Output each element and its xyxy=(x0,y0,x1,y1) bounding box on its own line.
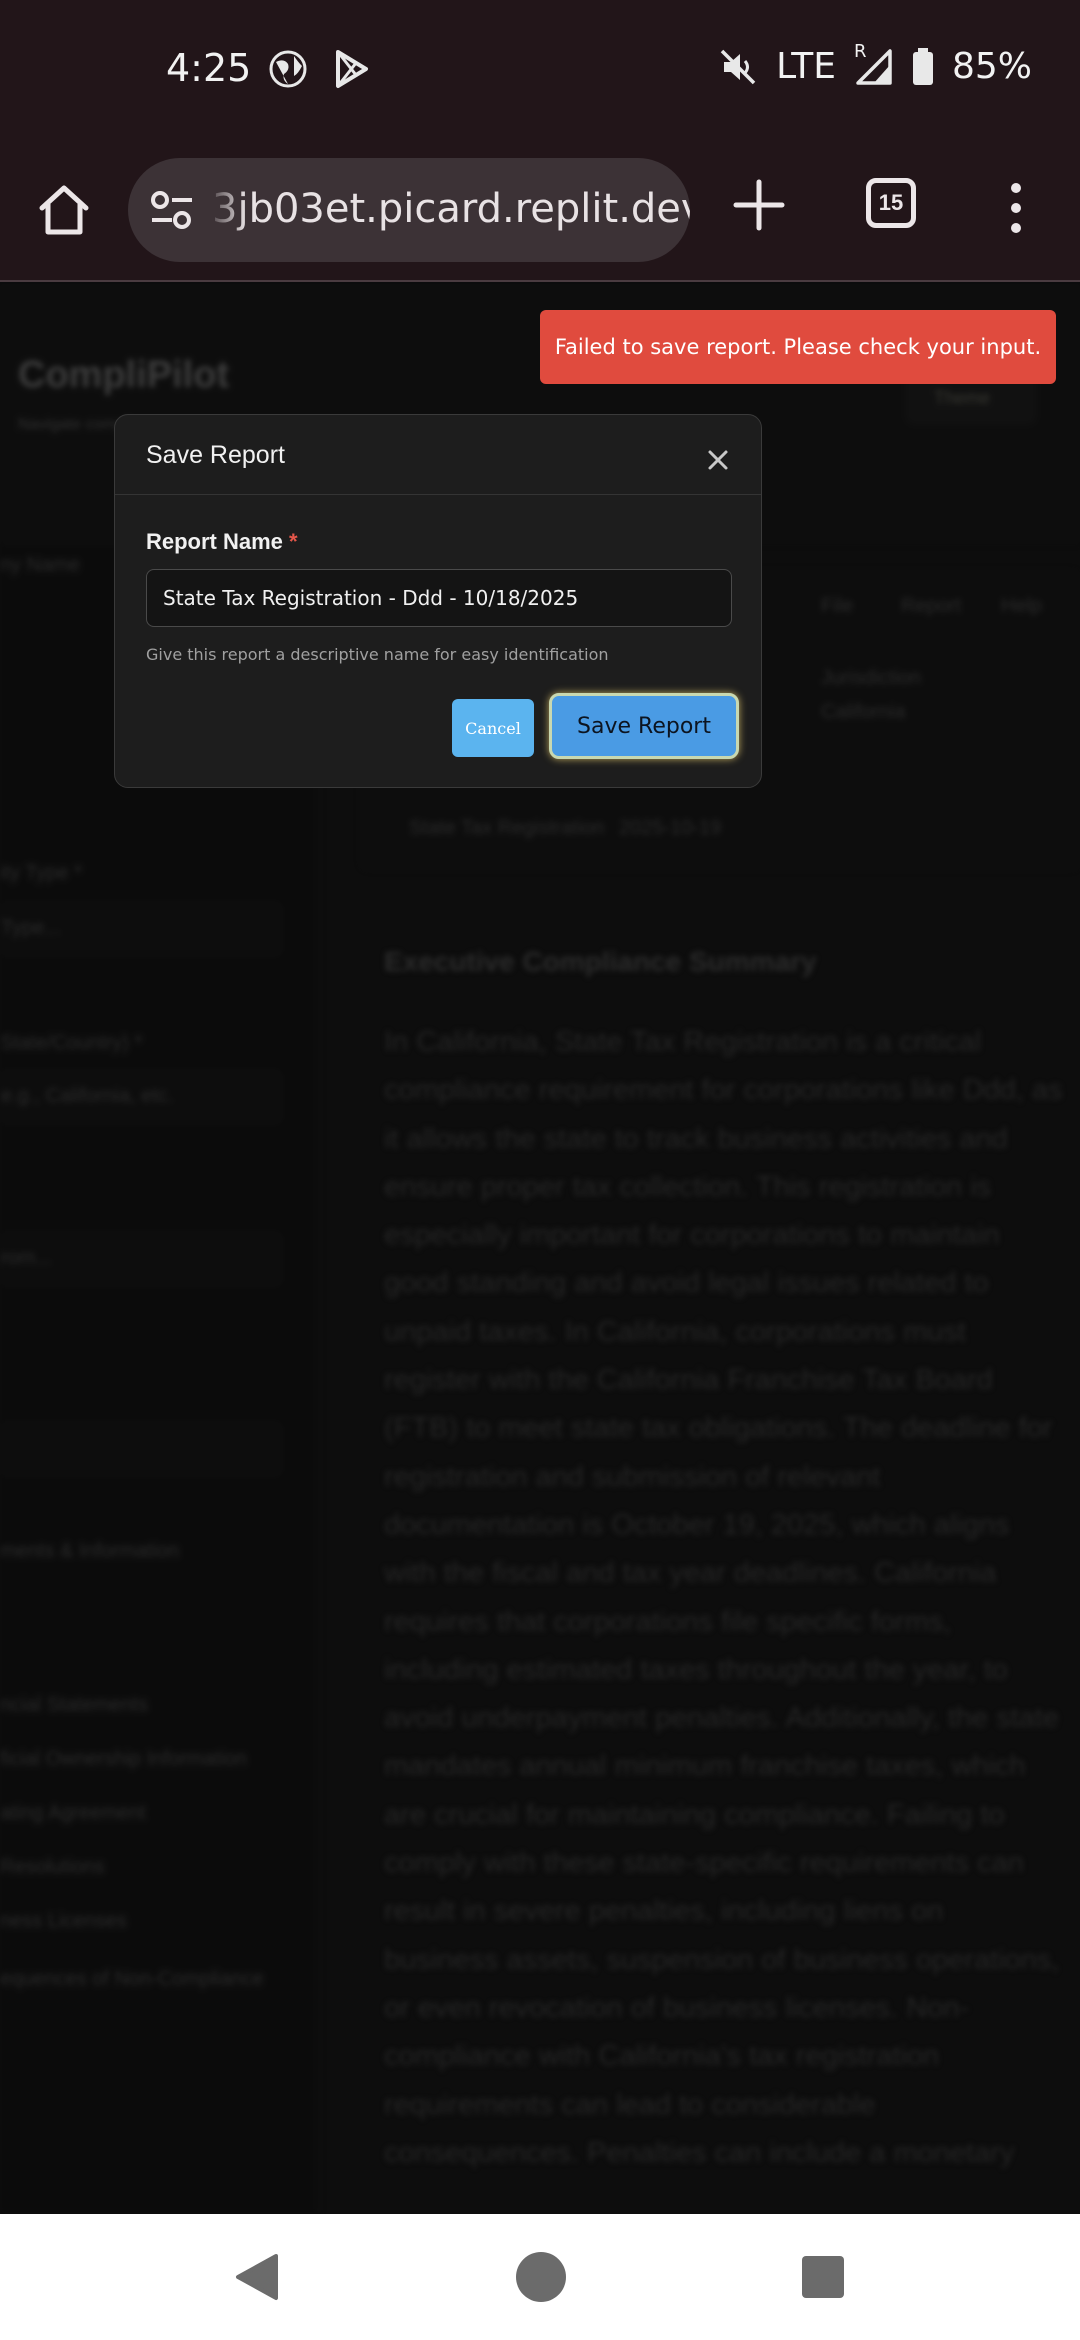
report-name-help: Give this report a descriptive name for … xyxy=(146,645,609,664)
tab-switcher-button[interactable]: 15 xyxy=(866,178,916,228)
report-name-input[interactable] xyxy=(146,569,732,627)
network-type: LTE xyxy=(776,46,836,87)
dialog-title: Save Report xyxy=(146,441,285,469)
mute-icon xyxy=(720,49,756,84)
toast-message: Failed to save report. Please check your… xyxy=(554,335,1042,359)
tab-count: 15 xyxy=(878,190,904,215)
report-name-label-text: Report Name xyxy=(146,529,283,554)
status-bar: 4:25 LTE R 85% xyxy=(0,0,1080,140)
back-icon[interactable] xyxy=(232,2252,280,2302)
battery-percent: 85% xyxy=(951,46,1032,87)
home-circle-icon[interactable] xyxy=(516,2252,566,2302)
close-icon[interactable] xyxy=(707,449,729,471)
cancel-button[interactable]: Cancel xyxy=(452,699,534,757)
recents-icon[interactable] xyxy=(802,2256,844,2298)
new-tab-icon[interactable] xyxy=(732,178,786,232)
required-mark: * xyxy=(289,529,298,554)
dialog-header: Save Report xyxy=(115,415,761,495)
error-toast: Failed to save report. Please check your… xyxy=(540,310,1056,384)
url-fade xyxy=(206,158,246,262)
battery-icon xyxy=(912,47,933,85)
save-report-dialog: Save Report Report Name * Give this repo… xyxy=(114,414,762,788)
browser-toolbar: 3jb03et.picard.replit.dev 15 xyxy=(0,140,1080,282)
overflow-menu-icon[interactable] xyxy=(996,178,1036,238)
home-icon[interactable] xyxy=(34,180,94,240)
site-settings-icon[interactable] xyxy=(150,188,194,232)
save-report-button[interactable]: Save Report xyxy=(549,693,739,759)
play-store-icon xyxy=(336,50,368,88)
address-bar[interactable]: 3jb03et.picard.replit.dev xyxy=(128,158,690,262)
system-nav-bar xyxy=(0,2214,1080,2340)
status-right: LTE R 85% xyxy=(718,41,1032,87)
globe-icon xyxy=(269,50,307,88)
url-text[interactable]: 3jb03et.picard.replit.dev xyxy=(212,186,690,232)
status-time: 4:25 xyxy=(166,46,252,90)
report-name-label: Report Name * xyxy=(146,529,298,555)
signal-icon: R xyxy=(854,41,894,87)
